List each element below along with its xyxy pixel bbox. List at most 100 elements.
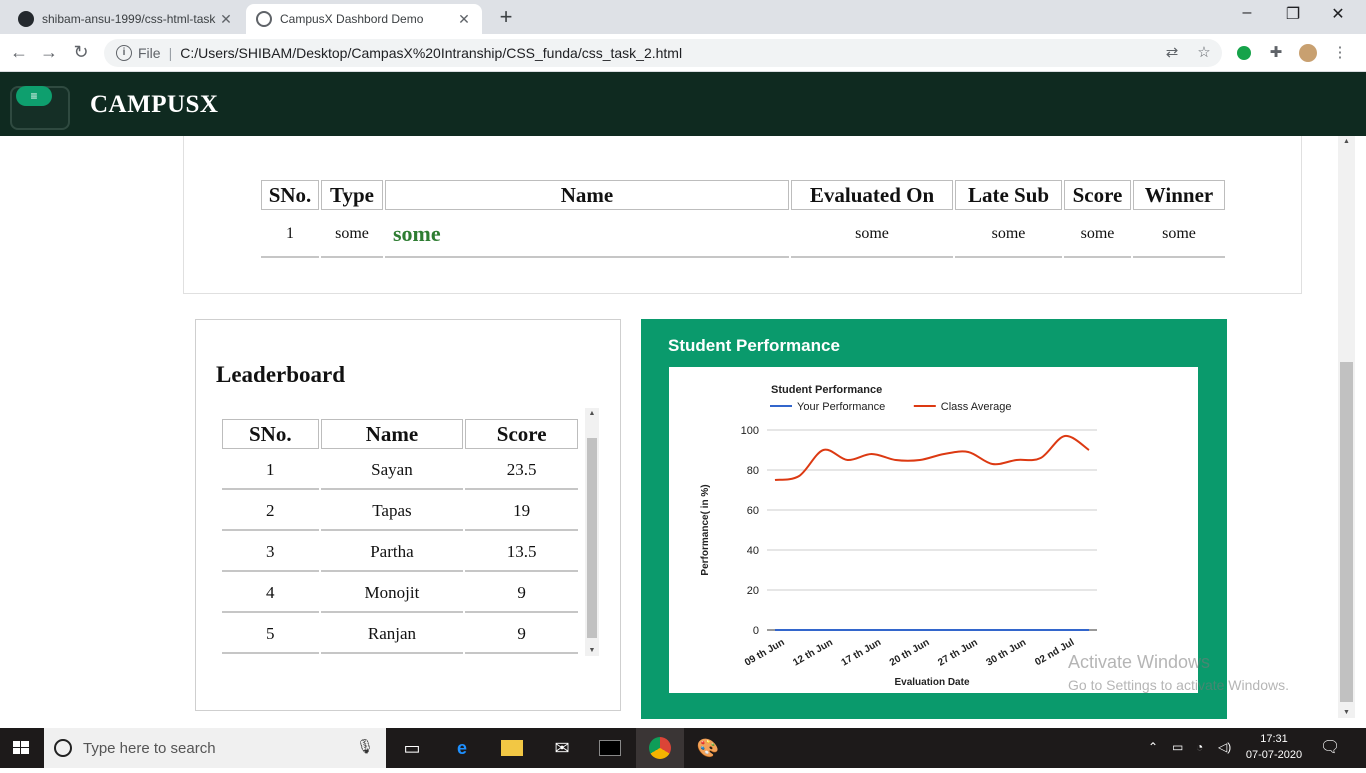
hamburger-icon[interactable]: ≡ (16, 86, 52, 106)
scroll-thumb[interactable] (1340, 362, 1353, 702)
file-label: File (138, 45, 161, 61)
windows-taskbar: Type here to search 🎙 ▭ e ✉ 🎨 ⌃ ▭ ◔ ◁) 1… (0, 728, 1366, 768)
volume-icon[interactable]: ◁) (1218, 740, 1231, 754)
close-window-button[interactable]: ✕ (1323, 4, 1353, 24)
series-line (774, 434, 1090, 481)
x-tick-label: 20 th Jun (888, 637, 932, 668)
leaderboard-title: Leaderboard (216, 362, 346, 387)
file-explorer-icon[interactable] (488, 728, 536, 768)
table-header-row: SNo. Name Score (222, 419, 578, 449)
scroll-down-arrow-icon[interactable]: ▼ (1338, 709, 1355, 716)
x-tick-label: 30 th Jun (985, 637, 1029, 668)
cell-score: 9 (465, 574, 578, 613)
scroll-up-arrow-icon[interactable]: ▲ (1338, 138, 1355, 145)
brand-logo[interactable]: CAMPUSX (90, 91, 219, 119)
github-icon (18, 11, 34, 27)
puzzle-icon[interactable]: ✚ (1266, 43, 1286, 63)
bookmark-star-icon[interactable]: ☆ (1194, 43, 1214, 63)
cell-name: some (385, 212, 789, 258)
table-row: 4 Monojit 9 (222, 574, 578, 613)
back-icon[interactable]: ← (8, 42, 30, 62)
y-tick-label: 100 (741, 425, 759, 437)
battery-icon[interactable]: ▭ (1172, 740, 1183, 754)
cell-score: 9 (465, 615, 578, 654)
search-icon (54, 739, 72, 757)
translate-icon[interactable]: ⇄ (1162, 43, 1182, 63)
globe-icon (256, 11, 272, 27)
close-icon[interactable]: ✕ (456, 11, 472, 28)
forward-icon[interactable]: → (38, 42, 60, 62)
cell-name: Sayan (320, 451, 464, 490)
performance-chart-box: Student Performance Your Performance Class… (669, 367, 1198, 693)
tab-title: shibam-ansu-1999/css-html-task (42, 12, 216, 26)
col-score: Score (1064, 180, 1131, 210)
activate-windows-subtitle: Go to Settings to activate Windows. (1068, 677, 1289, 693)
close-icon[interactable]: ✕ (218, 11, 234, 28)
app-header: ≡ CAMPUSX (0, 72, 1366, 136)
windows-start-button[interactable] (0, 728, 44, 768)
browser-toolbar: ← → ↻ i File | C:/Users/SHIBAM/Desktop/C… (0, 34, 1366, 72)
y-tick-label: 40 (747, 545, 759, 557)
terminal-icon[interactable] (586, 728, 634, 768)
y-tick-label: 60 (747, 505, 759, 517)
info-icon[interactable]: i (116, 45, 132, 61)
table-header-row: SNo. Type Name Evaluated On Late Sub Sco… (261, 180, 1225, 210)
submissions-card: SNo. Type Name Evaluated On Late Sub Sco… (183, 136, 1302, 294)
scroll-thumb[interactable] (587, 438, 597, 638)
x-tick-label: 09 th Jun (743, 637, 787, 668)
cell-sno: 1 (222, 451, 319, 490)
cell-type: some (321, 212, 383, 258)
col-score: Score (465, 419, 578, 449)
reload-icon[interactable]: ↻ (70, 42, 92, 62)
separator: | (168, 45, 173, 61)
profile-avatar[interactable] (1298, 43, 1318, 63)
leaderboard-scrollbar[interactable]: ▲ ▼ (585, 408, 599, 656)
page-scrollbar[interactable]: ▲ ▼ (1338, 136, 1355, 718)
notification-icon[interactable]: 🗨 (1320, 737, 1340, 757)
col-name: Name (385, 180, 789, 210)
microphone-icon[interactable]: 🎙 (356, 738, 374, 755)
cell-name: Ranjan (320, 615, 464, 654)
chrome-icon[interactable] (636, 728, 684, 768)
scroll-down-arrow-icon[interactable]: ▼ (585, 647, 599, 654)
taskbar-search-box[interactable]: Type here to search 🎙 (44, 728, 386, 768)
task-view-icon[interactable]: ▭ (388, 728, 436, 768)
cell-sno: 3 (222, 533, 319, 572)
mail-icon[interactable]: ✉ (538, 728, 586, 768)
new-tab-button[interactable]: + (494, 6, 518, 28)
cell-name: Partha (320, 533, 464, 572)
address-bar[interactable]: i File | C:/Users/SHIBAM/Desktop/CampasX… (104, 39, 1222, 67)
y-tick-label: 20 (747, 585, 759, 597)
minimize-button[interactable]: – (1232, 4, 1262, 22)
extension-green-icon[interactable] (1234, 43, 1254, 63)
restore-button[interactable]: ❐ (1278, 4, 1308, 24)
col-sno: SNo. (222, 419, 319, 449)
cell-sno: 1 (261, 212, 319, 258)
paint-icon[interactable]: 🎨 (684, 728, 732, 768)
x-axis-label: Evaluation Date (894, 677, 969, 688)
wifi-icon[interactable]: ◔ (1196, 740, 1203, 754)
search-placeholder: Type here to search (83, 739, 216, 757)
y-axis-label: Performance( in %) (700, 484, 711, 575)
cell-score: 23.5 (465, 451, 578, 490)
table-row: 5 Ranjan 9 (222, 615, 578, 654)
tab-title: CampusX Dashbord Demo (280, 12, 424, 26)
tab-github[interactable]: shibam-ansu-1999/css-html-task ✕ (8, 4, 244, 34)
more-menu-icon[interactable]: ⋮ (1330, 43, 1350, 63)
cell-name: Monojit (320, 574, 464, 613)
cell-winner: some (1133, 212, 1225, 258)
edge-icon[interactable]: e (438, 728, 486, 768)
chart-title: Student Performance (771, 384, 882, 396)
cell-score: some (1064, 212, 1131, 258)
tray-chevron-icon[interactable]: ⌃ (1148, 740, 1158, 754)
cell-evaluated-on: some (791, 212, 953, 258)
cell-sno: 4 (222, 574, 319, 613)
tab-campusx-dashboard[interactable]: CampusX Dashbord Demo ✕ (246, 4, 482, 34)
x-tick-label: 27 th Jun (936, 637, 980, 668)
browser-tab-strip: shibam-ansu-1999/css-html-task ✕ CampusX… (0, 0, 1366, 34)
scroll-up-arrow-icon[interactable]: ▲ (585, 410, 599, 417)
submissions-table: SNo. Type Name Evaluated On Late Sub Sco… (259, 178, 1227, 260)
url-text[interactable]: C:/Users/SHIBAM/Desktop/CampasX%20Intran… (180, 45, 682, 61)
taskbar-clock[interactable]: 17:31 07-07-2020 (1244, 731, 1304, 763)
cell-score: 13.5 (465, 533, 578, 572)
